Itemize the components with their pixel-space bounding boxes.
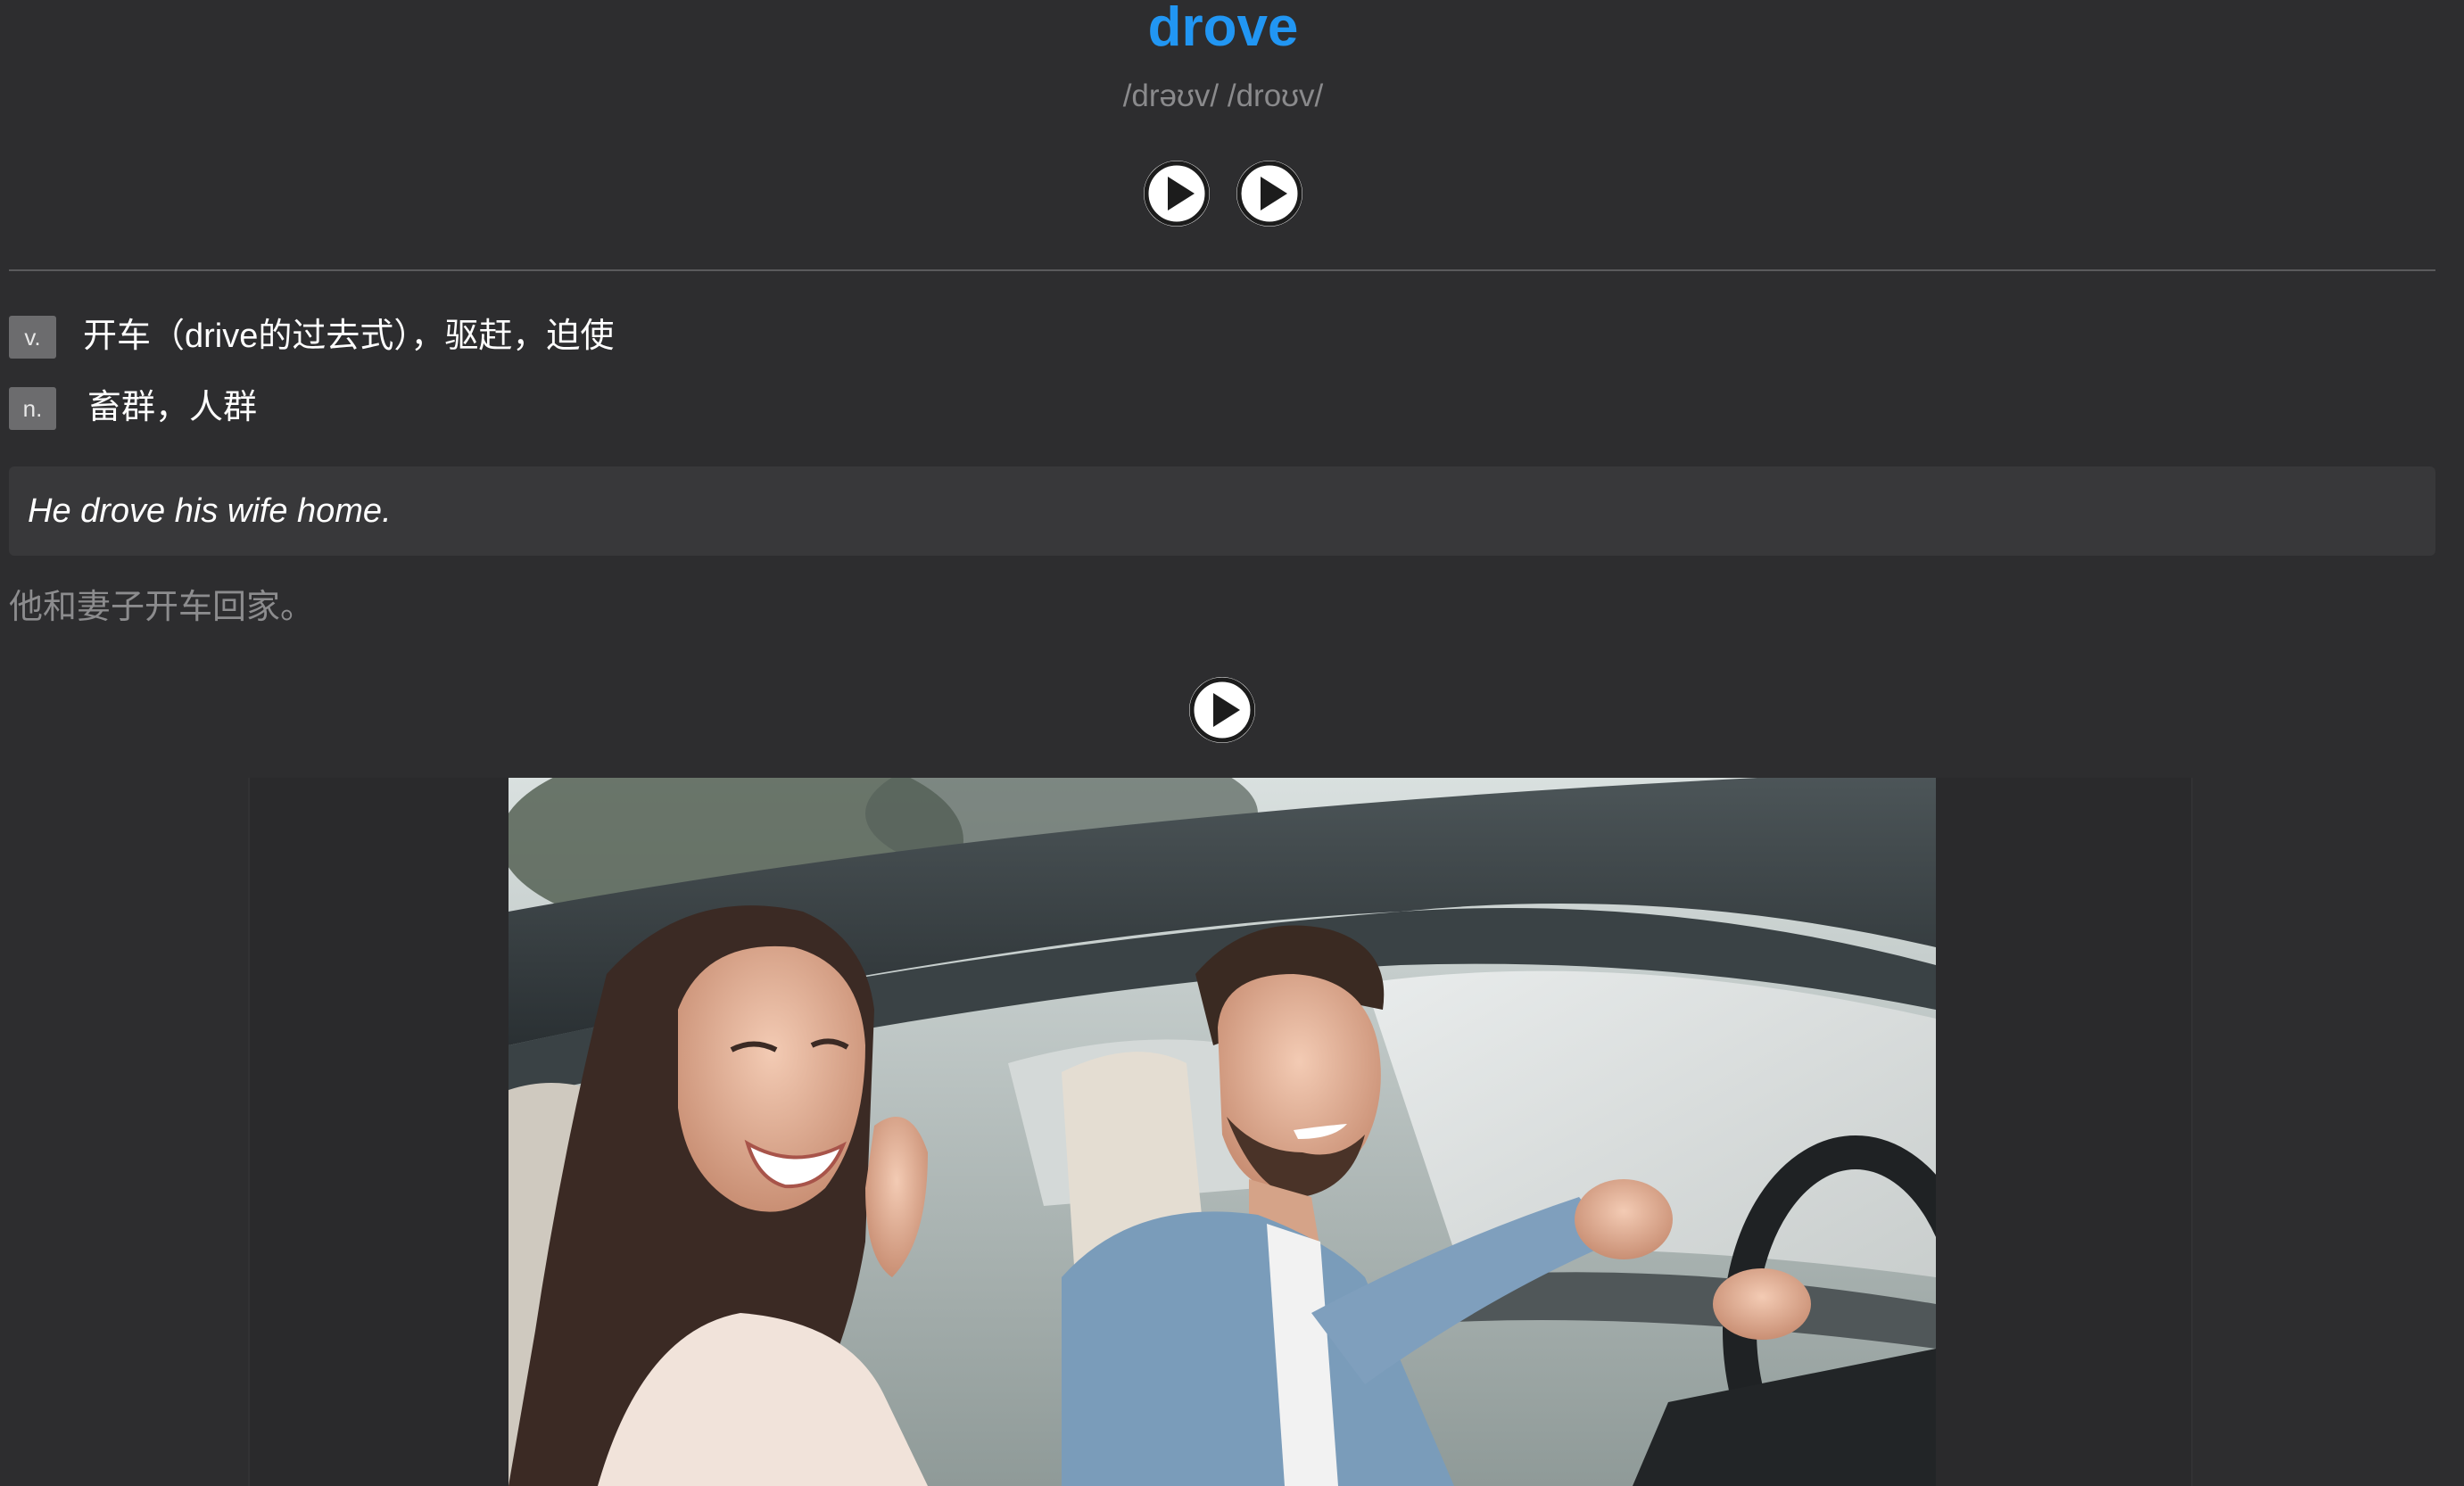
definition-text: 畜群，人群 [87, 389, 258, 426]
phonetic-transcription: /drəʊv/ /droʊv/ [1122, 78, 1324, 113]
play-us-pronunciation-button[interactable] [1236, 161, 1302, 227]
play-example-button[interactable] [1189, 677, 1255, 743]
part-of-speech-badge: n. [9, 387, 56, 430]
play-uk-pronunciation-button[interactable] [1144, 161, 1210, 227]
play-icon [1144, 161, 1210, 227]
example-sentence-translation: 他和妻子开车回家。 [9, 589, 315, 626]
couple-in-car-photo [509, 778, 1936, 1486]
play-icon [1236, 161, 1302, 227]
headword: drove [1147, 0, 1299, 58]
definition-text: 开车（drive的过去式），驱赶，迫使 [83, 318, 615, 355]
divider [9, 269, 2435, 271]
example-sentence-english: He drove his wife home. [28, 492, 392, 530]
dictionary-card: drove /drəʊv/ /droʊv/ v. 开车（drive的过去式），驱… [0, 0, 2464, 1486]
part-of-speech-badge: v. [9, 316, 56, 359]
example-photo [509, 778, 1936, 1486]
play-icon [1189, 677, 1255, 743]
example-sentence-box: He drove his wife home. [9, 466, 2435, 556]
